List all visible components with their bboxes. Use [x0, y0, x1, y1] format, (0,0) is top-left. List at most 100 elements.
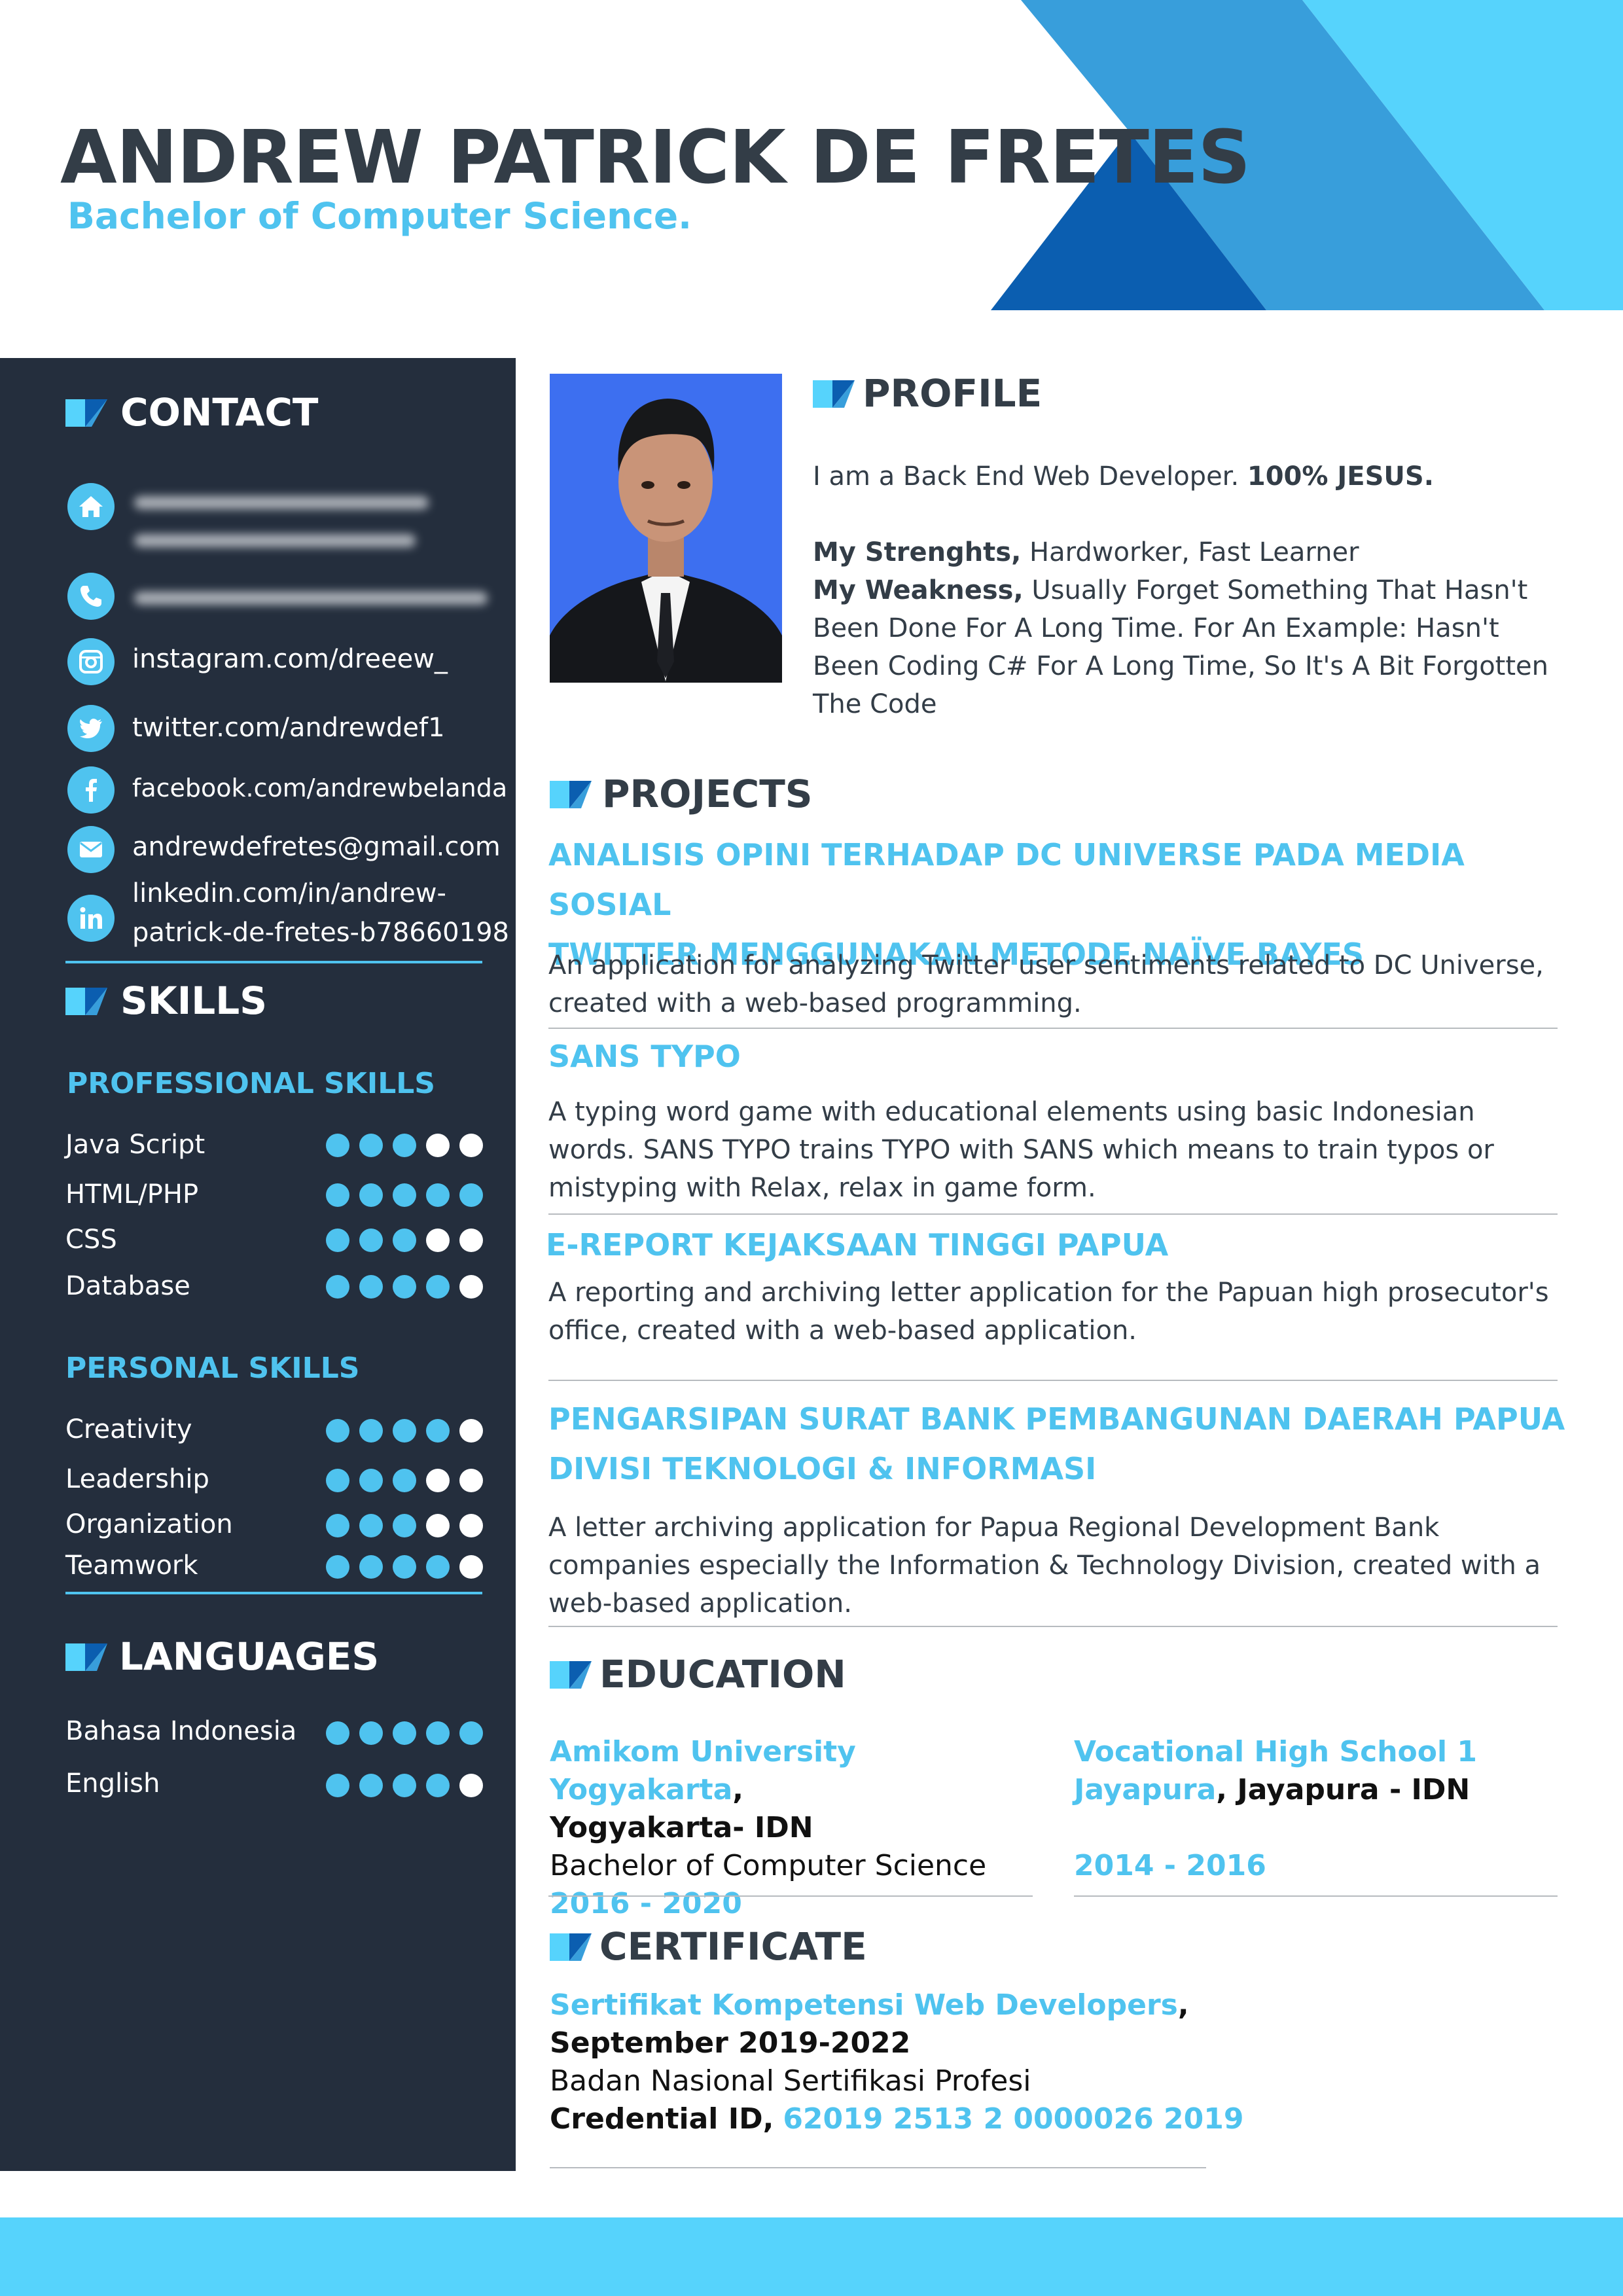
rating-dot-filled: [326, 1774, 349, 1797]
rating-dot-filled: [426, 1721, 450, 1745]
rating-dot-filled: [393, 1774, 416, 1797]
separator: ,: [1177, 1988, 1189, 2022]
school-location: , Jayapura - IDN: [1216, 1773, 1471, 1806]
project-title-line: PENGARSIPAN SURAT BANK PEMBANGUNAN DAERA…: [548, 1401, 1565, 1437]
rating-dot-filled: [359, 1275, 383, 1299]
contact-email[interactable]: andrewdefretes@gmail.com: [132, 832, 501, 862]
rating-dot-empty: [459, 1229, 483, 1252]
rating-dot-filled: [326, 1555, 349, 1579]
project-description: A letter archiving application for Papua…: [548, 1513, 1541, 1619]
rating-dot-filled: [393, 1183, 416, 1207]
rating-dot-empty: [426, 1514, 450, 1537]
strengths-text: Hardworker, Fast Learner: [1029, 537, 1359, 567]
rating-dot-filled: [426, 1275, 450, 1299]
school-name: Amikom University Yogyakarta: [550, 1735, 856, 1806]
skill-name: Teamwork: [65, 1551, 198, 1581]
rating-dot-filled: [326, 1514, 349, 1537]
rating-dot-empty: [459, 1555, 483, 1579]
rating-dot-filled: [359, 1469, 383, 1492]
certificate-item: Sertifikat Kompetensi Web Developers, Se…: [550, 1986, 1531, 2138]
phone-redacted: [134, 592, 488, 605]
skill-rating: [326, 1134, 483, 1157]
rating-dot-filled: [359, 1774, 383, 1797]
skill-rating: [326, 1555, 483, 1579]
rating-dot-filled: [359, 1183, 383, 1207]
rating-dot-empty: [426, 1229, 450, 1252]
rating-dot-filled: [359, 1721, 383, 1745]
linkedin-icon: [67, 895, 115, 942]
section-flag-icon: [550, 1933, 592, 1961]
certificate-credential-line: Credential ID, 62019 2513 2 0000026 2019: [550, 2100, 1531, 2138]
rating-dot-filled: [393, 1134, 416, 1157]
certificate-name-line: Sertifikat Kompetensi Web Developers,: [550, 1986, 1531, 2024]
instagram-icon: [67, 638, 115, 685]
section-flag-icon: [65, 399, 107, 427]
rating-dot-filled: [359, 1229, 383, 1252]
rating-dot-filled: [393, 1229, 416, 1252]
rating-dot-filled: [426, 1774, 450, 1797]
skill-rating: [326, 1183, 483, 1207]
rating-dot-empty: [459, 1275, 483, 1299]
language-name: English: [65, 1768, 160, 1799]
skill-name: HTML/PHP: [65, 1179, 199, 1210]
skill-name: Database: [65, 1271, 190, 1301]
section-flag-icon: [65, 1643, 107, 1671]
rating-dot-filled: [359, 1514, 383, 1537]
rating-dot-filled: [326, 1229, 349, 1252]
education-title: EDUCATION: [599, 1652, 846, 1696]
education-school-line: Amikom University Yogyakarta,: [550, 1733, 1034, 1809]
divider: [548, 1626, 1558, 1627]
rating-dot-empty: [459, 1514, 483, 1537]
certificate-issuer: Badan Nasional Sertifikasi Profesi: [550, 2064, 1031, 2098]
skill-name: Organization: [65, 1509, 233, 1539]
rating-dot-empty: [459, 1469, 483, 1492]
rating-dot-filled: [459, 1183, 483, 1207]
contact-instagram[interactable]: instagram.com/dreeew_: [132, 644, 448, 674]
education-school-line: Jayapura, Jayapura - IDN: [1074, 1771, 1558, 1809]
address-redacted-2: [134, 534, 416, 547]
section-flag-icon: [65, 988, 107, 1015]
profile-photo: [550, 374, 782, 683]
project-title: PENGARSIPAN SURAT BANK PEMBANGUNAN DAERA…: [548, 1394, 1569, 1494]
rating-dot-filled: [393, 1555, 416, 1579]
email-icon: [67, 826, 115, 873]
rating-dot-filled: [359, 1555, 383, 1579]
strengths-label: My Strenghts,: [813, 537, 1022, 567]
language-name: Bahasa Indonesia: [65, 1716, 297, 1746]
skill-name: Creativity: [65, 1414, 192, 1444]
home-icon: [67, 483, 115, 530]
project-description: An application for analyzing Twitter use…: [548, 950, 1544, 1018]
contact-linkedin-line2[interactable]: patrick-de-fretes-b78660198: [132, 918, 509, 948]
rating-dot-empty: [426, 1134, 450, 1157]
project-description: A typing word game with educational elem…: [548, 1097, 1494, 1203]
credential-id: 62019 2513 2 0000026 2019: [783, 2102, 1244, 2136]
school-degree: Bachelor of Computer Science: [550, 1849, 987, 1882]
education-item: Amikom University Yogyakarta, Yogyakarta…: [550, 1733, 1034, 1923]
project-description: A reporting and archiving letter applica…: [548, 1278, 1549, 1346]
candidate-name: ANDREW PATRICK DE FRETES: [60, 115, 1251, 200]
address-redacted: [134, 496, 429, 509]
profile-intro-bold: 100% JESUS.: [1247, 461, 1434, 492]
rating-dot-filled: [326, 1469, 349, 1492]
profile-intro-text: I am a Back End Web Developer.: [813, 461, 1240, 492]
rating-dot-filled: [426, 1419, 450, 1443]
rating-dot-filled: [359, 1134, 383, 1157]
skill-name: Java Script: [65, 1130, 205, 1160]
contact-twitter[interactable]: twitter.com/andrewdef1: [132, 713, 445, 743]
footer-bar: [0, 2217, 1623, 2296]
personal-skills-title: PERSONAL SKILLS: [65, 1352, 360, 1385]
school-years: 2016 - 2020: [550, 1887, 742, 1920]
divider: [548, 1380, 1558, 1381]
skill-rating: [326, 1469, 483, 1492]
certificate-name: Sertifikat Kompetensi Web Developers: [550, 1988, 1178, 2022]
rating-dot-filled: [326, 1183, 349, 1207]
language-rating: [326, 1721, 483, 1745]
certificate-period: September 2019-2022: [550, 2026, 911, 2060]
contact-facebook[interactable]: facebook.com/andrewbelanda: [132, 774, 507, 802]
skill-rating: [326, 1514, 483, 1537]
rating-dot-filled: [393, 1469, 416, 1492]
skill-rating: [326, 1419, 483, 1443]
contact-linkedin-line1[interactable]: linkedin.com/in/andrew-: [132, 878, 446, 908]
school-name-2: Jayapura: [1074, 1773, 1217, 1806]
rating-dot-filled: [393, 1275, 416, 1299]
